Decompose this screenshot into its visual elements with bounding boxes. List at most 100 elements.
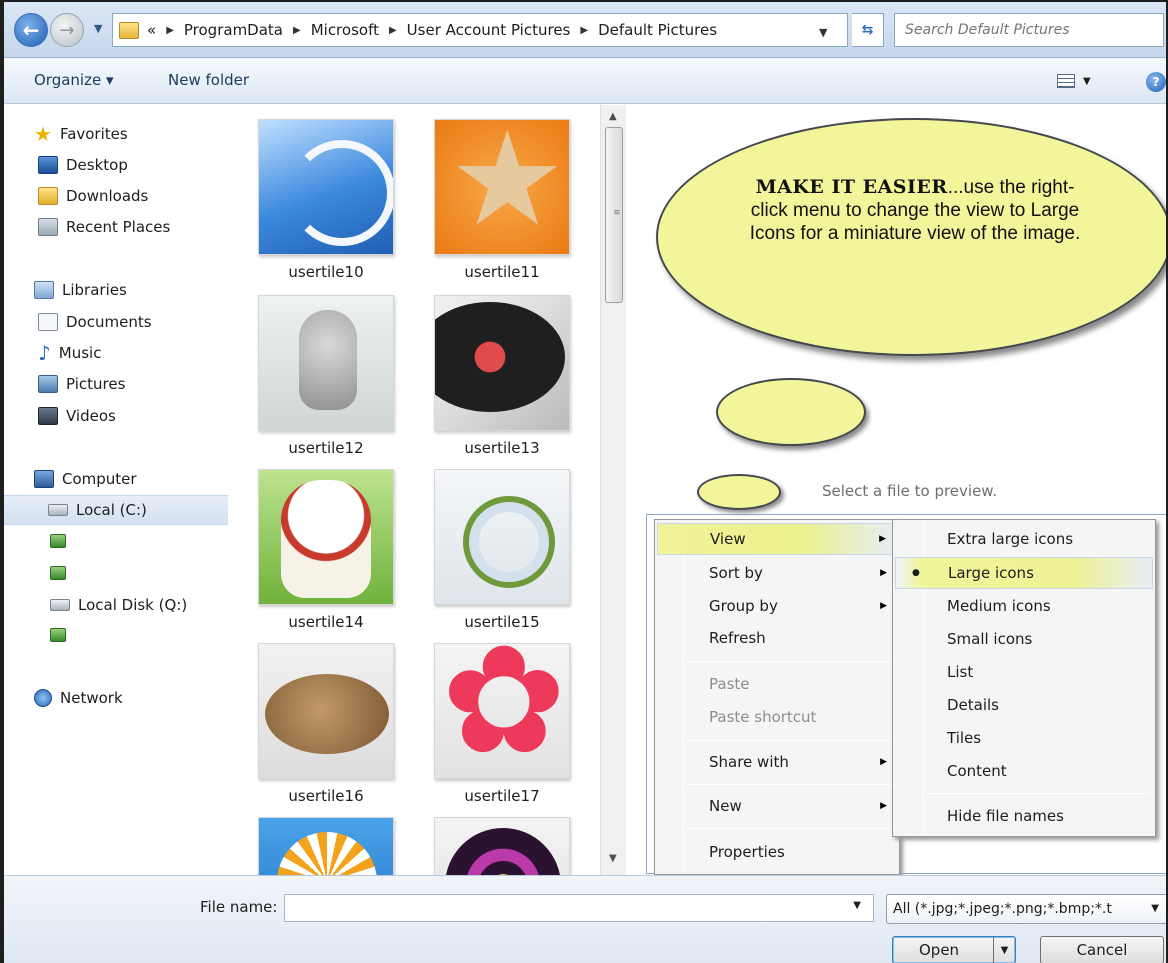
change-view-button[interactable]: ▼ xyxy=(1057,70,1103,92)
view-option-small-icons[interactable]: Small icons xyxy=(895,623,1153,655)
file-item[interactable] xyxy=(434,817,574,875)
thumbnail-image xyxy=(434,817,570,875)
menu-item-label: New xyxy=(709,797,742,815)
view-icon xyxy=(1057,74,1075,88)
menu-item-new[interactable]: New ▶ xyxy=(657,790,897,822)
nav-documents[interactable]: Documents xyxy=(38,309,152,335)
scroll-up-icon[interactable]: ▲ xyxy=(609,111,617,122)
desktop-icon xyxy=(38,156,58,174)
menu-item-refresh[interactable]: Refresh xyxy=(657,622,897,654)
nav-recent-places[interactable]: Recent Places xyxy=(38,214,170,240)
menu-item-share-with[interactable]: Share with ▶ xyxy=(657,746,897,778)
scroll-down-icon[interactable]: ▼ xyxy=(609,853,617,864)
nav-network-drive-1[interactable] xyxy=(50,528,66,554)
thumbnail-image xyxy=(258,643,394,779)
address-bar: ← → ▼ « ▶ ProgramData ▶ Microsoft ▶ User… xyxy=(0,0,1168,58)
help-icon[interactable]: ? xyxy=(1146,72,1166,92)
menu-item-label: Large icons xyxy=(948,564,1034,582)
chevron-right-icon[interactable]: ▶ xyxy=(166,25,174,36)
chevron-right-icon[interactable]: ▶ xyxy=(580,25,588,36)
chevron-right-icon[interactable]: ▶ xyxy=(293,25,301,36)
nav-local-c[interactable]: Local (C:) xyxy=(0,495,228,525)
cancel-button[interactable]: Cancel xyxy=(1040,936,1164,963)
menu-item-group-by[interactable]: Group by ▶ xyxy=(657,590,897,622)
file-name-label: usertile11 xyxy=(464,263,540,281)
file-item[interactable]: usertile17 xyxy=(434,643,574,805)
file-item[interactable]: usertile10 xyxy=(258,119,398,281)
nav-network-drive-3[interactable] xyxy=(50,622,66,648)
menu-item-view[interactable]: View ▶ xyxy=(657,523,897,555)
nav-desktop[interactable]: Desktop xyxy=(38,152,128,178)
chevron-right-icon[interactable]: ▶ xyxy=(389,25,397,36)
nav-local-q[interactable]: Local Disk (Q:) xyxy=(50,592,187,618)
scrollbar-thumb[interactable]: ≡ xyxy=(605,127,623,303)
breadcrumb-overflow[interactable]: « xyxy=(147,21,156,39)
breadcrumb[interactable]: « ▶ ProgramData ▶ Microsoft ▶ User Accou… xyxy=(112,13,848,47)
chevron-down-icon[interactable]: ▼ xyxy=(853,900,861,911)
file-item[interactable]: usertile15 xyxy=(434,469,574,631)
file-item[interactable]: usertile13 xyxy=(434,295,574,457)
nav-favorites[interactable]: ★ Favorites xyxy=(34,121,128,147)
refresh-button[interactable]: ⇆ xyxy=(852,13,884,47)
file-item[interactable]: usertile12 xyxy=(258,295,398,457)
nav-downloads[interactable]: Downloads xyxy=(38,183,148,209)
view-option-details[interactable]: Details xyxy=(895,689,1153,721)
nav-videos[interactable]: Videos xyxy=(38,403,116,429)
open-options-dropdown-icon[interactable]: ▼ xyxy=(993,937,1015,963)
nav-documents-label: Documents xyxy=(66,313,152,331)
nav-libraries[interactable]: Libraries xyxy=(34,277,127,303)
nav-music-label: Music xyxy=(58,344,102,362)
command-bar: Organize ▾ New folder ▼ ? xyxy=(0,58,1168,104)
window-frame-top xyxy=(0,0,1168,2)
menu-item-label: Properties xyxy=(709,843,785,861)
forward-button[interactable]: → xyxy=(50,13,84,47)
breadcrumb-item-programdata[interactable]: ProgramData xyxy=(184,21,283,39)
file-name-input[interactable] xyxy=(285,895,845,921)
organize-button[interactable]: Organize ▾ xyxy=(34,71,114,89)
search-input[interactable] xyxy=(905,22,1145,38)
radio-bullet-icon: ● xyxy=(912,568,920,578)
recent-places-icon xyxy=(38,218,58,236)
view-option-extra-large-icons[interactable]: Extra large icons xyxy=(895,523,1153,555)
submenu-arrow-icon: ▶ xyxy=(880,801,887,811)
view-option-tiles[interactable]: Tiles xyxy=(895,722,1153,754)
menu-item-sort-by[interactable]: Sort by ▶ xyxy=(657,557,897,589)
menu-item-label: Content xyxy=(947,762,1007,780)
file-name-label: usertile15 xyxy=(464,613,540,631)
submenu-arrow-icon: ▶ xyxy=(879,534,886,544)
nav-network-drive-2[interactable] xyxy=(50,560,66,586)
file-list-scrollbar[interactable]: ▲ ≡ ▼ xyxy=(600,105,626,875)
file-type-select[interactable]: All (*.jpg;*.jpeg;*.png;*.bmp;*.t ▼ xyxy=(886,894,1168,924)
file-item[interactable]: usertile14 xyxy=(258,469,398,631)
nav-libraries-label: Libraries xyxy=(62,281,127,299)
menu-item-properties[interactable]: Properties xyxy=(657,836,897,868)
file-item[interactable]: usertile11 xyxy=(434,119,574,281)
file-item[interactable]: usertile16 xyxy=(258,643,398,805)
back-button[interactable]: ← xyxy=(14,13,48,47)
address-dropdown-icon[interactable]: ▼ xyxy=(819,26,827,39)
menu-item-label: View xyxy=(710,530,746,548)
breadcrumb-item-default-pictures[interactable]: Default Pictures xyxy=(598,21,717,39)
open-button[interactable]: Open ▼ xyxy=(892,936,1016,963)
nav-network[interactable]: Network xyxy=(34,685,123,711)
file-name-label: usertile16 xyxy=(288,787,364,805)
nav-pictures[interactable]: Pictures xyxy=(38,371,125,397)
file-name-combobox[interactable]: ▼ xyxy=(284,894,874,922)
recent-pages-dropdown-icon[interactable]: ▼ xyxy=(94,22,102,35)
thumbnail-image xyxy=(434,469,570,605)
thumbnail-image xyxy=(434,643,570,779)
pictures-icon xyxy=(38,375,58,393)
new-folder-button[interactable]: New folder xyxy=(168,71,249,89)
nav-music[interactable]: ♪ Music xyxy=(38,340,101,366)
view-option-content[interactable]: Content xyxy=(895,755,1153,787)
view-option-list[interactable]: List xyxy=(895,656,1153,688)
view-option-medium-icons[interactable]: Medium icons xyxy=(895,590,1153,622)
view-option-hide-file-names[interactable]: Hide file names xyxy=(895,800,1153,832)
view-option-large-icons[interactable]: ● Large icons xyxy=(895,557,1153,589)
breadcrumb-item-user-account-pictures[interactable]: User Account Pictures xyxy=(407,21,571,39)
file-name-label: usertile10 xyxy=(288,263,364,281)
breadcrumb-item-microsoft[interactable]: Microsoft xyxy=(311,21,379,39)
search-box[interactable] xyxy=(894,13,1164,47)
nav-computer[interactable]: Computer xyxy=(34,466,137,492)
file-item[interactable] xyxy=(258,817,398,875)
